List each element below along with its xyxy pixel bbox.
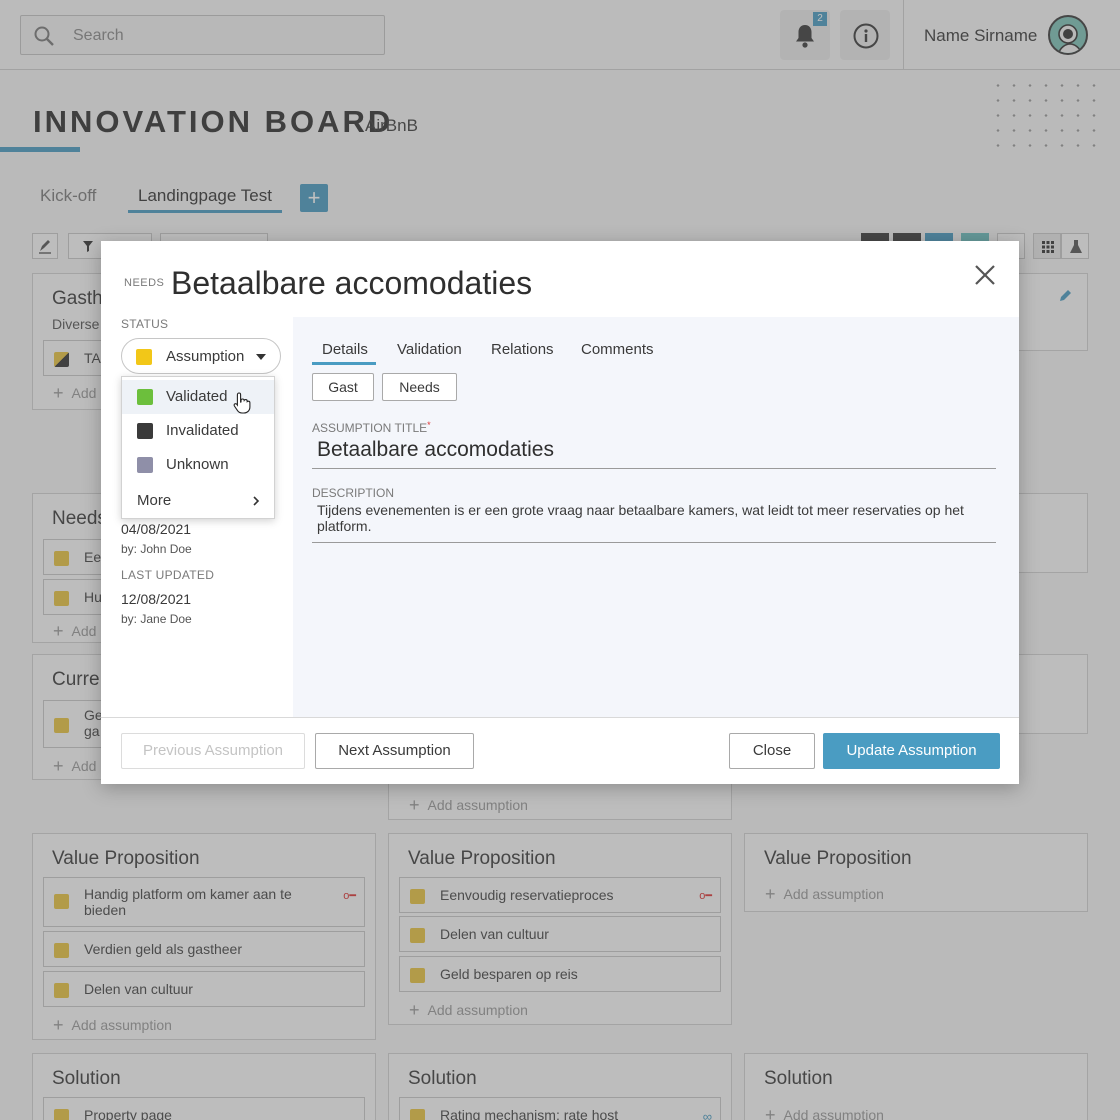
previous-assumption-button[interactable]: Previous Assumption [121,733,305,769]
unknown-color-square [137,457,153,473]
update-assumption-button[interactable]: Update Assumption [823,733,1000,769]
status-option-unknown[interactable]: Unknown [122,448,274,482]
active-tab-indicator [312,362,376,365]
close-icon[interactable] [973,263,997,287]
description-field[interactable]: Tijdens evenementen is er een grote vraa… [317,502,993,534]
assumption-title-label: ASSUMPTION TITLE* [312,420,431,435]
tab-validation[interactable]: Validation [397,341,462,358]
description-label: DESCRIPTION [312,486,395,500]
footer-divider [101,717,1019,718]
updated-date: 12/08/2021 [121,591,192,607]
tab-details[interactable]: Details [322,341,368,358]
updated-by: by: Jane Doe [121,612,192,626]
assumption-modal: NEEDS Betaalbare accomodaties STATUS 04/… [101,241,1019,784]
tag-needs[interactable]: Needs [382,373,457,401]
tag-gast[interactable]: Gast [312,373,374,401]
last-updated-label: LAST UPDATED [121,568,215,582]
assumption-title-field[interactable]: Betaalbare accomodaties [317,438,554,462]
option-label: Validated [166,388,228,405]
close-button[interactable]: Close [729,733,815,769]
option-label: Invalidated [166,422,239,439]
status-option-invalidated[interactable]: Invalidated [122,414,274,448]
required-marker: * [427,420,431,430]
chevron-right-icon[interactable] [250,495,262,507]
option-label: Unknown [166,456,229,473]
more-option[interactable]: More [137,492,171,509]
created-date: 04/08/2021 [121,521,192,537]
tab-relations[interactable]: Relations [491,341,554,358]
label-text: ASSUMPTION TITLE [312,421,428,435]
status-label: STATUS [121,317,169,331]
title-underline [312,468,996,469]
status-select-value: Assumption [166,348,245,365]
hand-pointer-icon [233,392,251,414]
assumption-status-square [136,349,152,365]
next-assumption-button[interactable]: Next Assumption [315,733,474,769]
modal-title: Betaalbare accomodaties [171,265,533,301]
invalidated-color-square [137,423,153,439]
modal-category: NEEDS [124,277,165,289]
description-underline [312,542,996,543]
validated-color-square [137,389,153,405]
created-by: by: John Doe [121,542,192,556]
tab-comments[interactable]: Comments [581,341,654,358]
caret-down-icon [256,354,266,360]
status-select[interactable]: Assumption [121,338,281,374]
